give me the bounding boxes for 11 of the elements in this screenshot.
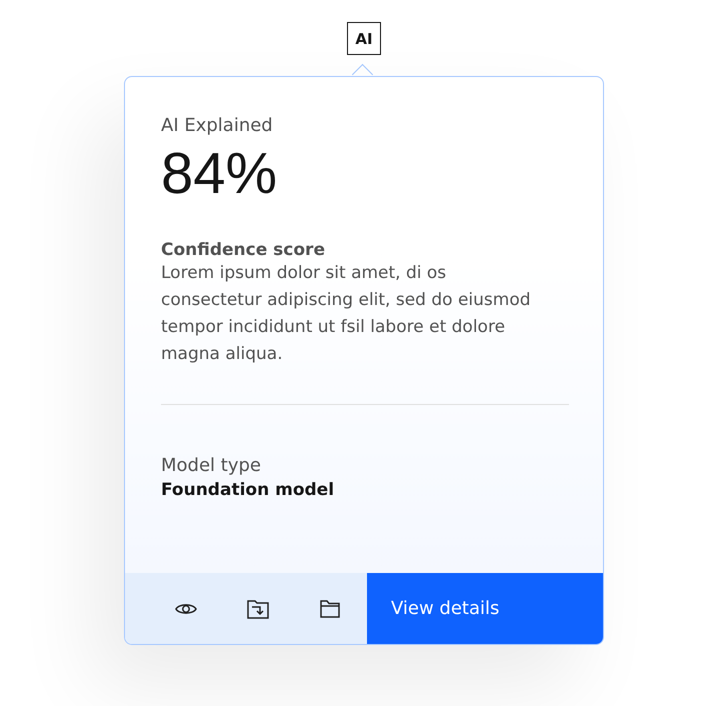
description-title: Confidence score xyxy=(161,240,326,260)
score-value: 84% xyxy=(161,142,278,206)
popover-title: AI Explained xyxy=(161,115,274,136)
model-value: Foundation model xyxy=(161,480,336,500)
description-text: Lorem ipsum dolor sit amet, di os consectetur adipiscing elit, sed do eiusmod tempor incididunt ut fsil labore et dolore magna aliqua. xyxy=(161,262,532,366)
view-details-button[interactable]: View details xyxy=(367,573,603,644)
eye-icon xyxy=(175,602,197,616)
folder-icon xyxy=(320,600,340,618)
ai-badge[interactable]: AI xyxy=(347,22,381,55)
folder-download-icon xyxy=(247,598,269,618)
model-label: Model type xyxy=(161,454,262,476)
